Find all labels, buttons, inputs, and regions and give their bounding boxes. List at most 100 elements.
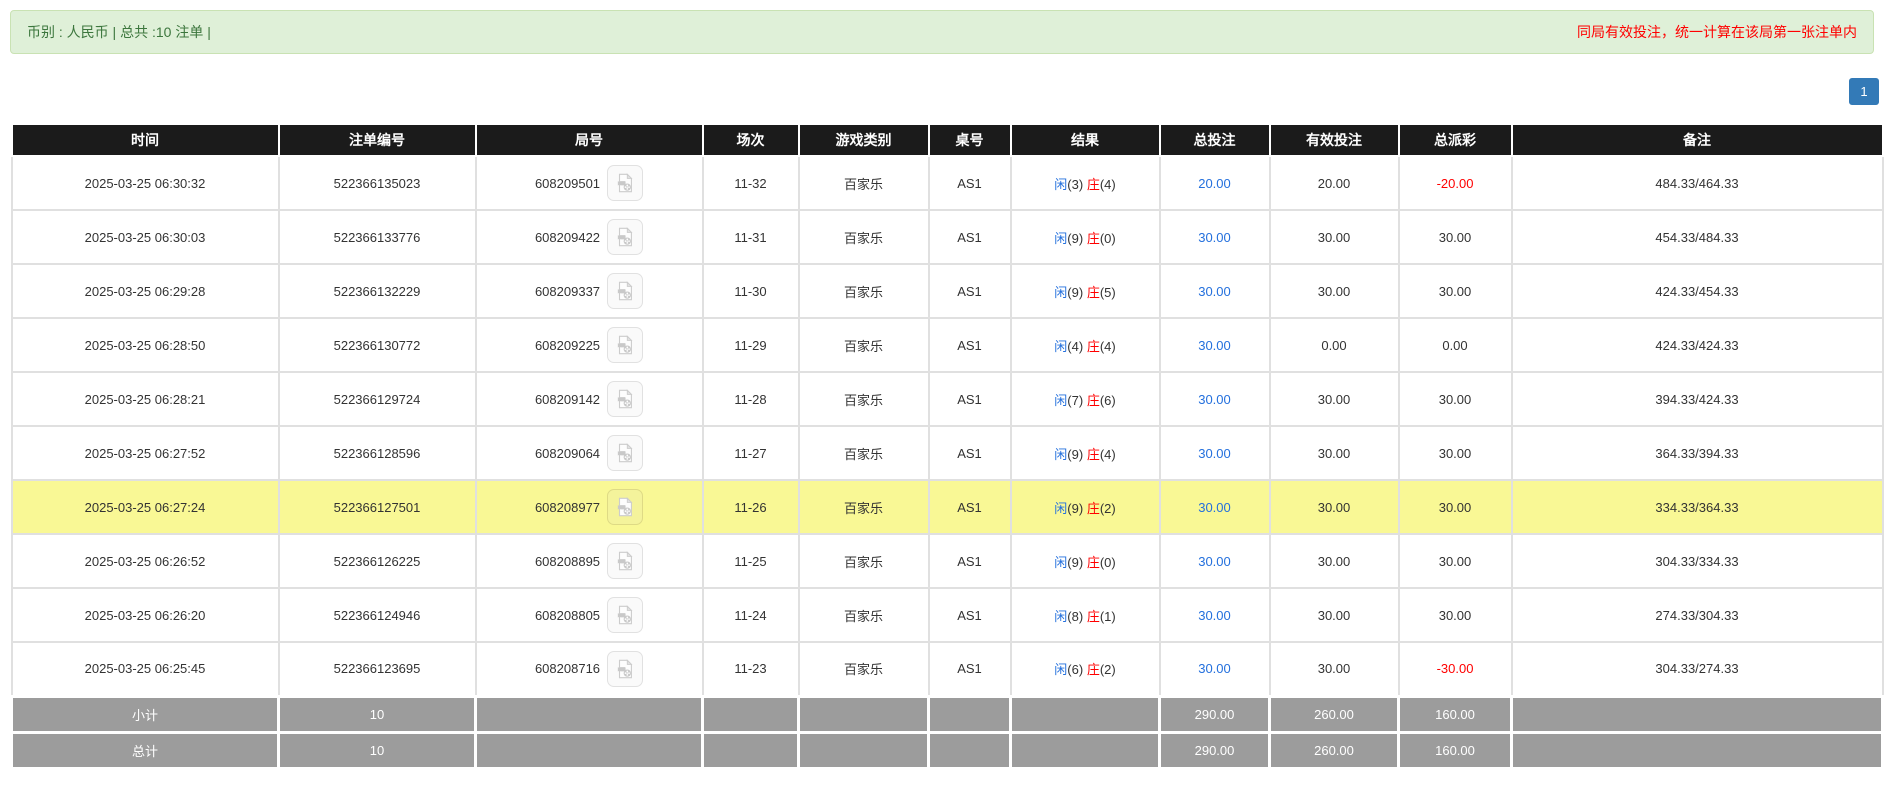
cell-remark: 394.33/424.33: [1512, 372, 1883, 426]
video-replay-button[interactable]: [607, 165, 643, 201]
cell-table-number: AS1: [929, 588, 1011, 642]
cell-bet-number: 522366135023: [279, 156, 476, 210]
result-banker-score: (4): [1100, 339, 1116, 354]
empty-cell: [799, 696, 929, 732]
result-banker-score: (5): [1100, 285, 1116, 300]
table-row: 2025-03-25 06:29:28 522366132229 6082093…: [12, 264, 1883, 318]
result-banker-score: (0): [1100, 555, 1116, 570]
result-player-score: (9): [1067, 231, 1083, 246]
cell-valid-bet: 30.00: [1270, 642, 1399, 696]
cell-total-payout: -20.00: [1399, 156, 1512, 210]
cell-session: 11-23: [703, 642, 799, 696]
result-banker-label: 庄: [1087, 662, 1100, 677]
total-bet-link[interactable]: 30.00: [1198, 661, 1231, 676]
grand-total-row: 总计 10 290.00 260.00 160.00: [12, 732, 1883, 768]
total-bet-link[interactable]: 20.00: [1198, 176, 1231, 191]
col-session: 场次: [703, 124, 799, 156]
video-file-icon: [614, 442, 636, 464]
cell-result: 闲(9) 庄(2): [1011, 480, 1160, 534]
video-replay-button[interactable]: [607, 489, 643, 525]
video-file-icon: [614, 334, 636, 356]
video-replay-button[interactable]: [607, 381, 643, 417]
video-file-icon: [614, 388, 636, 410]
cell-session: 11-28: [703, 372, 799, 426]
empty-cell: [703, 732, 799, 768]
total-bet-link[interactable]: 30.00: [1198, 446, 1231, 461]
cell-result: 闲(9) 庄(5): [1011, 264, 1160, 318]
page-1-button[interactable]: 1: [1849, 78, 1879, 105]
total-bet-link[interactable]: 30.00: [1198, 284, 1231, 299]
total-bet-link[interactable]: 30.00: [1198, 230, 1231, 245]
video-replay-button[interactable]: [607, 651, 643, 687]
total-total-bet: 290.00: [1160, 732, 1270, 768]
empty-cell: [476, 732, 703, 768]
bet-records-table: 时间 注单编号 局号 场次 游戏类别 桌号 结果 总投注 有效投注 总派彩 备注…: [10, 123, 1884, 770]
cell-table-number: AS1: [929, 426, 1011, 480]
table-row: 2025-03-25 06:27:52 522366128596 6082090…: [12, 426, 1883, 480]
result-banker-score: (0): [1100, 231, 1116, 246]
currency-total-text: 币别 : 人民币 | 总共 :10 注单 |: [27, 22, 211, 42]
result-banker-score: (4): [1100, 447, 1116, 462]
cell-session: 11-32: [703, 156, 799, 210]
cell-remark: 274.33/304.33: [1512, 588, 1883, 642]
cell-table-number: AS1: [929, 534, 1011, 588]
cell-valid-bet: 30.00: [1270, 426, 1399, 480]
round-number-text: 608209422: [535, 230, 600, 245]
result-player-label: 闲: [1054, 501, 1067, 516]
total-bet-link[interactable]: 30.00: [1198, 608, 1231, 623]
total-bet-link[interactable]: 30.00: [1198, 392, 1231, 407]
subtotal-total-bet: 290.00: [1160, 696, 1270, 732]
cell-bet-number: 522366129724: [279, 372, 476, 426]
subtotal-count: 10: [279, 696, 476, 732]
cell-time: 2025-03-25 06:30:03: [12, 210, 279, 264]
total-bet-link[interactable]: 30.00: [1198, 338, 1231, 353]
cell-time: 2025-03-25 06:29:28: [12, 264, 279, 318]
cell-total-bet: 30.00: [1160, 426, 1270, 480]
cell-bet-number: 522366123695: [279, 642, 476, 696]
result-banker-label: 庄: [1087, 501, 1100, 516]
total-bet-link[interactable]: 30.00: [1198, 554, 1231, 569]
empty-cell: [799, 732, 929, 768]
cell-round-number: 608209337: [476, 264, 703, 318]
result-player-score: (9): [1067, 447, 1083, 462]
cell-game-type: 百家乐: [799, 480, 929, 534]
result-player-label: 闲: [1054, 393, 1067, 408]
subtotal-valid-bet: 260.00: [1270, 696, 1399, 732]
video-replay-button[interactable]: [607, 597, 643, 633]
cell-round-number: 608209501: [476, 156, 703, 210]
cell-result: 闲(6) 庄(2): [1011, 642, 1160, 696]
table-row: 2025-03-25 06:28:50 522366130772 6082092…: [12, 318, 1883, 372]
empty-cell: [1512, 696, 1883, 732]
valid-bet-notice-text: 同局有效投注，统一计算在该局第一张注单内: [1577, 22, 1857, 42]
cell-game-type: 百家乐: [799, 318, 929, 372]
cell-round-number: 608208716: [476, 642, 703, 696]
round-number-text: 608209501: [535, 176, 600, 191]
cell-total-payout: -30.00: [1399, 642, 1512, 696]
result-player-label: 闲: [1054, 662, 1067, 677]
cell-remark: 334.33/364.33: [1512, 480, 1883, 534]
col-round-number: 局号: [476, 124, 703, 156]
cell-result: 闲(9) 庄(0): [1011, 210, 1160, 264]
video-replay-button[interactable]: [607, 219, 643, 255]
cell-result: 闲(3) 庄(4): [1011, 156, 1160, 210]
result-player-score: (6): [1067, 662, 1083, 677]
cell-bet-number: 522366127501: [279, 480, 476, 534]
cell-bet-number: 522366130772: [279, 318, 476, 372]
cell-total-payout: 30.00: [1399, 480, 1512, 534]
cell-total-bet: 30.00: [1160, 264, 1270, 318]
cell-game-type: 百家乐: [799, 534, 929, 588]
video-replay-button[interactable]: [607, 273, 643, 309]
result-player-score: (3): [1067, 177, 1083, 192]
video-replay-button[interactable]: [607, 543, 643, 579]
video-replay-button[interactable]: [607, 435, 643, 471]
cell-valid-bet: 30.00: [1270, 588, 1399, 642]
cell-bet-number: 522366128596: [279, 426, 476, 480]
cell-session: 11-31: [703, 210, 799, 264]
video-file-icon: [614, 658, 636, 680]
col-table-number: 桌号: [929, 124, 1011, 156]
cell-time: 2025-03-25 06:26:20: [12, 588, 279, 642]
total-bet-link[interactable]: 30.00: [1198, 500, 1231, 515]
currency-info-bar: 币别 : 人民币 | 总共 :10 注单 | 同局有效投注，统一计算在该局第一张…: [10, 10, 1874, 54]
cell-bet-number: 522366132229: [279, 264, 476, 318]
video-replay-button[interactable]: [607, 327, 643, 363]
